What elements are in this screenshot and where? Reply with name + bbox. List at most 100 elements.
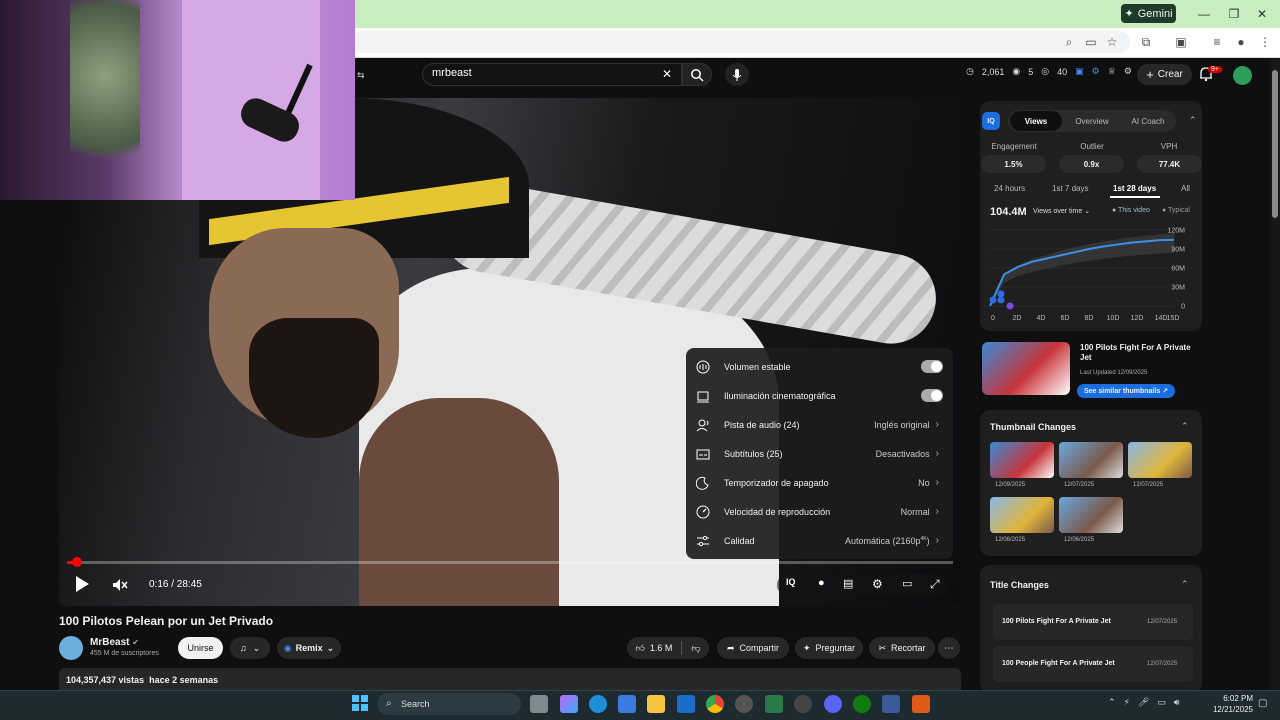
thumbnail-change-2[interactable] — [1059, 442, 1123, 478]
subtitles-icon — [695, 446, 711, 462]
vidiq-icon[interactable]: ▣ — [1075, 66, 1084, 77]
bookmark-star-icon[interactable]: ☆ — [1103, 33, 1121, 51]
more-actions-button[interactable]: ⋯ — [938, 637, 960, 659]
setting-sleep-timer[interactable]: Temporizador de apagado No › — [686, 468, 953, 497]
discord-icon[interactable] — [824, 695, 842, 713]
browser-menu-icon[interactable]: ⋮ — [1256, 33, 1274, 51]
see-similar-thumbnails-button[interactable]: See similar thumbnails ↗ — [1077, 384, 1175, 398]
chevron-down-icon: ⌄ — [326, 642, 335, 653]
mail-icon[interactable] — [677, 695, 695, 713]
notification-center-icon[interactable]: ▢ — [1258, 698, 1267, 709]
close-window-button[interactable]: ✕ — [1251, 5, 1273, 23]
ask-button[interactable]: ✦ Preguntar — [795, 637, 863, 659]
zoom-icon[interactable]: ⌕ — [1060, 33, 1078, 51]
scrollbar-thumb[interactable] — [1272, 70, 1278, 218]
cast-icon[interactable]: ▭ — [1082, 33, 1100, 51]
clear-search-icon[interactable]: ✕ — [662, 67, 672, 81]
taskbar-clock[interactable]: 6:02 PM 12/21/2025 — [1205, 693, 1253, 715]
chart-event-marker[interactable] — [989, 296, 997, 304]
chrome-icon[interactable] — [706, 695, 724, 713]
like-icon[interactable]: 👍︎ — [635, 643, 644, 654]
search-button[interactable] — [682, 63, 712, 86]
file-explorer-icon[interactable] — [647, 695, 665, 713]
tab-search-icon[interactable]: ▣ — [1172, 33, 1190, 51]
stable-volume-toggle[interactable] — [921, 360, 943, 373]
views-metric-dropdown[interactable]: Views over time ⌄ — [1033, 207, 1090, 215]
extensions-icon[interactable]: ⧉ — [1137, 33, 1155, 51]
office-app-icon[interactable] — [912, 695, 930, 713]
range-24-hours[interactable]: 24 hours — [994, 184, 1025, 193]
vidiq-player-icon[interactable]: IQ — [786, 577, 802, 593]
channel-avatar[interactable] — [59, 636, 83, 660]
media-control-icon[interactable]: ≡ — [1208, 33, 1226, 51]
create-button[interactable]: + Crear — [1137, 64, 1192, 85]
address-bar[interactable] — [350, 31, 1130, 53]
collapse-chevron-icon[interactable]: ⌃ — [1189, 115, 1197, 126]
collapse-chevron-icon[interactable]: ⌃ — [1181, 579, 1189, 590]
setting-subtitles[interactable]: Subtítulos (25) Desactivados › — [686, 439, 953, 468]
subscription-bell-button[interactable]: ♫ ⌄ — [230, 637, 270, 659]
dislike-icon[interactable]: 👎︎ — [691, 643, 700, 654]
restore-button[interactable]: ❐ — [1223, 5, 1245, 23]
setting-ambient-mode[interactable]: Iluminación cinematográfica — [686, 381, 953, 410]
range-all[interactable]: All — [1181, 184, 1190, 193]
settings-gear-icon[interactable]: ⚙ — [872, 577, 888, 593]
settings-small-icon[interactable]: ⚙ — [1124, 66, 1132, 77]
video-thumbnail[interactable] — [982, 342, 1070, 395]
tab-ai-coach[interactable]: AI Coach — [1122, 110, 1174, 132]
system-tray-icons[interactable]: ⌃⚡🎤︎▭🔊︎ — [1108, 697, 1187, 708]
ranking-icon[interactable]: ⚙ — [1092, 66, 1100, 77]
obs-icon[interactable] — [794, 695, 812, 713]
range-28-days[interactable]: 1st 28 days — [1113, 184, 1156, 193]
remix-button[interactable]: ◉ Remix ⌄ — [277, 637, 341, 659]
voice-search-button[interactable] — [725, 63, 749, 86]
join-button[interactable]: Unirse — [178, 637, 223, 659]
profile-avatar-icon[interactable]: ● — [1232, 33, 1250, 51]
app-icon[interactable] — [882, 695, 900, 713]
play-button[interactable] — [73, 574, 93, 596]
thumbnail-change-3[interactable] — [1128, 442, 1192, 478]
mute-button[interactable] — [111, 576, 129, 594]
minimize-button[interactable]: — — [1193, 5, 1215, 23]
setting-stable-volume[interactable]: Volumen estable — [686, 352, 953, 381]
taskbar-search-box[interactable]: Search — [377, 693, 521, 715]
autoplay-icon[interactable]: ● — [818, 577, 834, 593]
filter-icon[interactable]: ⇆ — [357, 70, 369, 80]
progress-bar[interactable] — [67, 561, 953, 564]
task-view-icon[interactable] — [530, 695, 548, 713]
ambient-mode-toggle[interactable] — [921, 389, 943, 402]
thumbnail-change-5[interactable] — [1059, 497, 1123, 533]
tab-overview[interactable]: Overview — [1066, 110, 1118, 132]
captions-icon[interactable]: ▤ — [843, 577, 859, 593]
range-7-days[interactable]: 1st 7 days — [1052, 184, 1088, 193]
fullscreen-icon[interactable]: ⤢ — [930, 577, 946, 593]
store-icon[interactable] — [618, 695, 636, 713]
clip-button[interactable]: ✂ Recortar — [869, 637, 935, 659]
excel-icon[interactable] — [765, 695, 783, 713]
share-button[interactable]: ➦ Compartir — [717, 637, 789, 659]
setting-audio-track[interactable]: Pista de audio (24) Inglés original › — [686, 410, 953, 439]
chart-event-marker[interactable] — [997, 296, 1005, 304]
windows-start-icon[interactable] — [352, 695, 368, 711]
thumbnail-change-1[interactable] — [990, 442, 1054, 478]
collapse-chevron-icon[interactable]: ⌃ — [1181, 421, 1189, 432]
edge-icon[interactable] — [589, 695, 607, 713]
xbox-icon[interactable] — [853, 695, 871, 713]
theater-mode-icon[interactable]: ▭ — [902, 577, 918, 593]
vidiq-remix-icon: ◉ — [283, 642, 292, 653]
setting-quality[interactable]: Calidad Automática (2160p4K) › — [686, 526, 953, 555]
x-tick-label: 14D — [1155, 315, 1168, 322]
chart-event-marker[interactable] — [997, 290, 1005, 298]
gemini-button[interactable]: ✦ Gemini — [1121, 4, 1176, 23]
copilot-icon[interactable] — [560, 695, 578, 713]
setting-playback-speed[interactable]: Velocidad de reproducción Normal › — [686, 497, 953, 526]
progress-scrubber[interactable] — [71, 557, 82, 567]
trophy-icon[interactable]: ♕ — [1108, 66, 1116, 77]
like-count[interactable]: 1.6 M — [650, 643, 673, 653]
channel-name-link[interactable]: MrBeast ✔ — [90, 637, 139, 648]
account-avatar[interactable] — [1233, 66, 1252, 85]
tab-views[interactable]: Views — [1010, 110, 1062, 132]
steam-icon[interactable] — [735, 695, 753, 713]
chart-event-marker[interactable] — [1006, 302, 1014, 310]
thumbnail-change-4[interactable] — [990, 497, 1054, 533]
